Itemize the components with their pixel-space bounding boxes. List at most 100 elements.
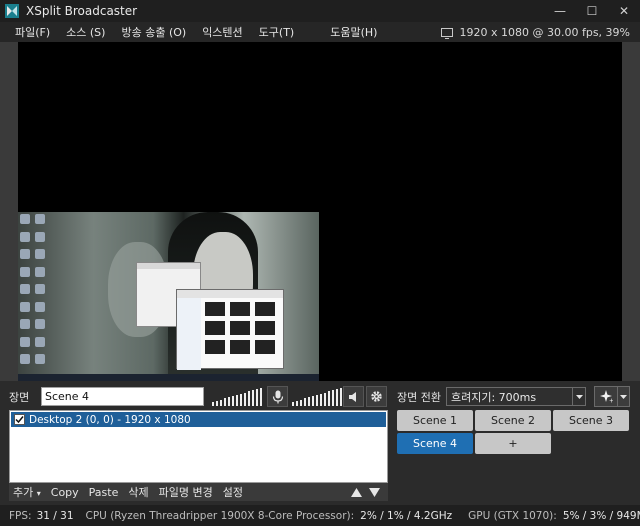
scene-3-button[interactable]: Scene 3: [553, 410, 629, 431]
desktop-icon: [35, 301, 45, 312]
scene-1-button[interactable]: Scene 1: [397, 410, 473, 431]
scene-label: 장면: [9, 391, 30, 404]
speaker-icon: [348, 391, 356, 402]
stream-preview[interactable]: [18, 42, 622, 381]
menu-tools[interactable]: 도구(T): [251, 24, 303, 40]
chevron-down-icon: [617, 387, 629, 406]
source-visibility-checkbox[interactable]: [14, 414, 25, 425]
scene-name-input[interactable]: [41, 387, 204, 406]
minimize-button[interactable]: —: [544, 0, 576, 22]
desktop-icon: [35, 214, 45, 224]
menu-file[interactable]: 파일(F): [7, 24, 58, 40]
microphone-icon: [272, 390, 283, 403]
level-bar: [260, 388, 262, 406]
delete-button[interactable]: 삭제: [123, 484, 153, 500]
desktop-icon: [35, 284, 45, 295]
level-bar: [248, 391, 250, 406]
rename-button[interactable]: 파일명 변경: [154, 484, 218, 500]
desktop-icon: [20, 266, 30, 277]
arrow-up-icon: [350, 487, 362, 497]
monitor-icon: [440, 27, 453, 39]
level-bar: [236, 395, 238, 406]
level-bar: [212, 402, 214, 406]
source-settings-button[interactable]: 설정: [218, 484, 248, 500]
chevron-down-icon: ▾: [36, 489, 41, 498]
level-bar: [296, 401, 298, 406]
scene-4-button[interactable]: Scene 4: [397, 433, 473, 454]
scene-2-button[interactable]: Scene 2: [475, 410, 551, 431]
chevron-down-icon: [572, 388, 585, 405]
desktop-icon: [20, 231, 30, 242]
level-bar: [328, 391, 330, 406]
level-bar: [244, 393, 246, 406]
add-source-button[interactable]: 추가 ▾: [9, 484, 46, 500]
transition-effects-button[interactable]: +: [594, 386, 630, 407]
cpu-value: 2% / 1% / 4.2GHz: [360, 509, 453, 522]
level-bar: [312, 396, 314, 406]
desktop-icon: [20, 249, 30, 260]
thumbnail: [230, 302, 250, 316]
thumbnail: [205, 302, 225, 316]
level-bar: [332, 390, 334, 406]
desktop-icon: [35, 249, 45, 260]
resolution-selector[interactable]: 1920 x 1080 @ 30.00 fps, 39%: [440, 25, 640, 39]
gpu-value: 5% / 3% / 949MHz: [562, 509, 640, 522]
transition-value: 흐려지기: 700ms: [451, 390, 537, 404]
desktop-icon: [35, 231, 45, 242]
title-bar: XSplit Broadcaster — ☐ ✕: [0, 0, 640, 22]
add-scene-button[interactable]: +: [475, 433, 551, 454]
menu-bar: 파일(F) 소스 (S) 방송 송출 (O) 익스텐션 도구(T) 도움말(H)…: [0, 22, 640, 42]
thumbnail: [205, 340, 225, 354]
level-bar: [216, 401, 218, 406]
menu-source[interactable]: 소스 (S): [58, 24, 113, 40]
maximize-button[interactable]: ☐: [576, 0, 608, 22]
level-bar: [252, 390, 254, 406]
preview-right-margin: [622, 42, 640, 381]
thumbnail: [255, 340, 275, 354]
speaker-level-meter: [292, 387, 344, 406]
level-bar: [340, 388, 342, 406]
sparkle-icon: +: [595, 390, 617, 403]
desktop-icon: [35, 354, 45, 365]
menu-help[interactable]: 도움말(H): [322, 24, 385, 40]
desktop-icon: [20, 284, 30, 295]
fps-label: FPS:: [9, 509, 32, 522]
menu-extensions[interactable]: 익스텐션: [194, 24, 250, 40]
close-button[interactable]: ✕: [608, 0, 640, 22]
cpu-label: CPU (Ryzen Threadripper 1900X 8-Core Pro…: [85, 509, 355, 522]
level-bar: [316, 395, 318, 406]
window-title: XSplit Broadcaster: [26, 4, 138, 18]
transition-label: 장면 전환: [397, 391, 441, 404]
status-bar: FPS: 31 / 31 CPU (Ryzen Threadripper 190…: [0, 505, 640, 526]
move-up-button[interactable]: [347, 487, 365, 497]
source-list[interactable]: Desktop 2 (0, 0) - 1920 x 1080: [9, 410, 388, 483]
transition-select[interactable]: 흐려지기: 700ms: [446, 387, 586, 406]
checkmark-icon: [15, 416, 24, 424]
svg-text:+: +: [609, 398, 613, 404]
gpu-label: GPU (GTX 1070):: [468, 509, 557, 522]
resolution-text: 1920 x 1080 @ 30.00 fps, 39%: [459, 25, 631, 39]
mic-button[interactable]: [267, 386, 288, 407]
thumbnail: [205, 321, 225, 335]
desktop-icons: [20, 214, 50, 369]
settings-button[interactable]: [366, 386, 387, 407]
level-bar: [324, 393, 326, 406]
paste-button[interactable]: Paste: [84, 486, 124, 499]
speaker-button[interactable]: [343, 386, 364, 407]
arrow-down-icon: [368, 487, 380, 497]
source-label: Desktop 2 (0, 0) - 1920 x 1080: [29, 413, 191, 426]
captured-window-explorer: [176, 289, 284, 370]
desktop-icon: [20, 336, 30, 347]
level-bar: [232, 396, 234, 406]
desktop-icon: [20, 301, 30, 312]
source-row[interactable]: Desktop 2 (0, 0) - 1920 x 1080: [11, 412, 386, 427]
captured-taskbar: [18, 374, 319, 381]
copy-button[interactable]: Copy: [46, 486, 84, 499]
thumbnail: [255, 321, 275, 335]
menu-broadcast[interactable]: 방송 송출 (O): [113, 24, 194, 40]
level-bar: [292, 402, 294, 406]
move-down-button[interactable]: [365, 487, 383, 497]
level-bar: [336, 389, 338, 406]
desktop-capture-source[interactable]: [18, 212, 319, 381]
thumbnail: [230, 340, 250, 354]
